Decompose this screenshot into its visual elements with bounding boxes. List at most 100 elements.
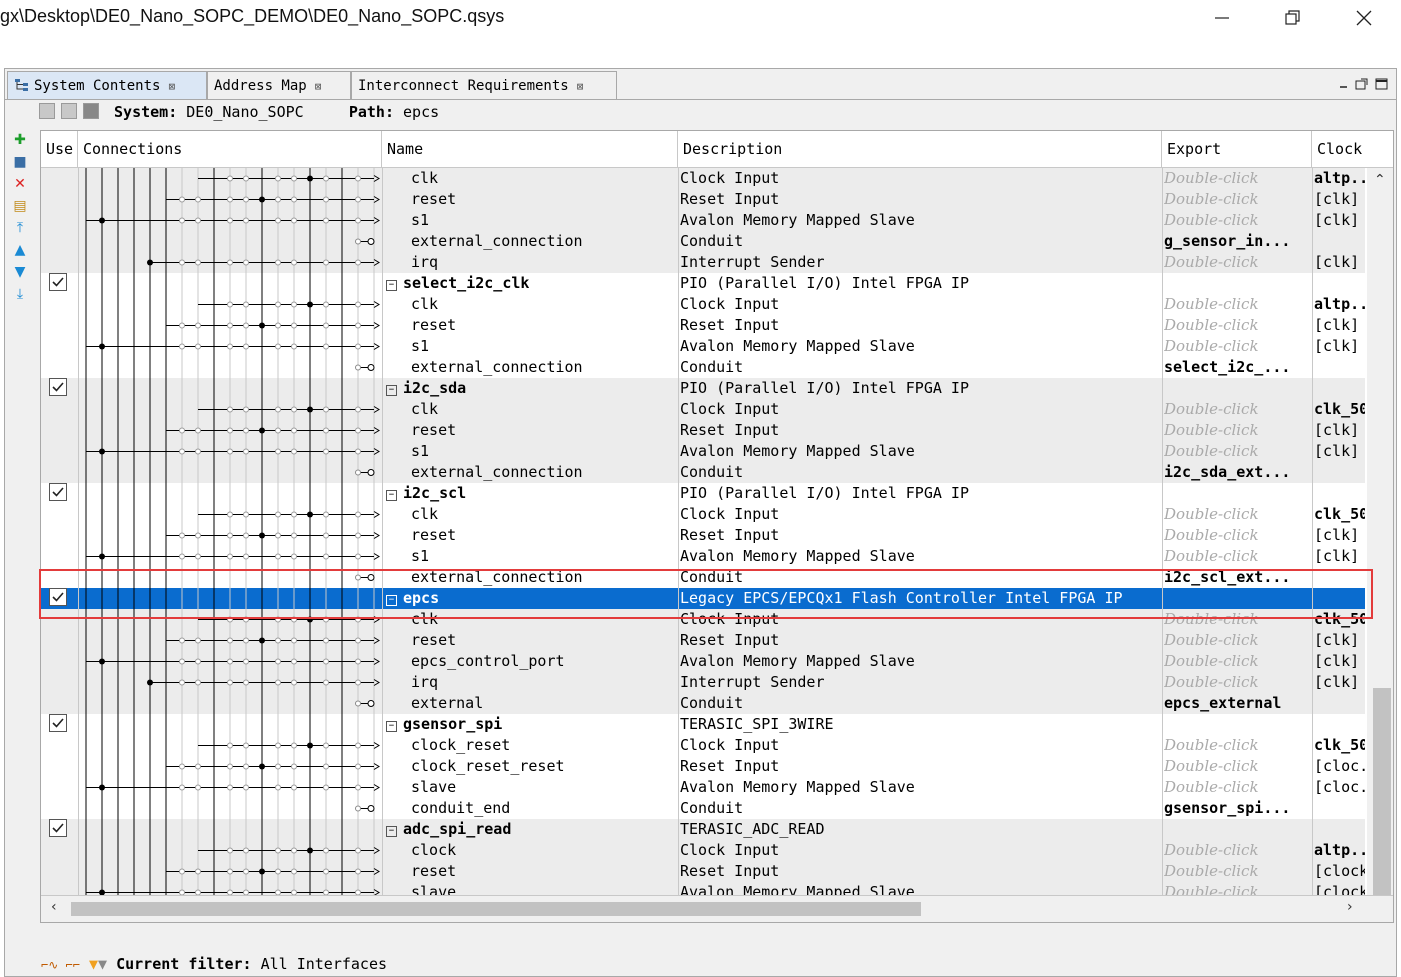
export-cell[interactable]	[1164, 714, 1308, 735]
clock-cell[interactable]: altp...	[1314, 168, 1365, 189]
export-cell[interactable]: Double-click	[1164, 441, 1308, 462]
use-checkbox[interactable]	[49, 819, 67, 837]
interface-name[interactable]: irq	[386, 252, 701, 273]
interface-name[interactable]: reset	[386, 315, 701, 336]
restore-icon[interactable]	[1283, 8, 1303, 28]
export-cell[interactable]	[1164, 378, 1308, 399]
export-cell[interactable]: g_sensor_in...	[1164, 231, 1308, 252]
interface-name[interactable]: clk	[386, 399, 701, 420]
export-cell[interactable]: Double-click	[1164, 651, 1308, 672]
maximize-panel-icon[interactable]	[1375, 78, 1388, 90]
clock-cell[interactable]	[1314, 819, 1365, 840]
component-name[interactable]: − gsensor_spi	[386, 714, 676, 735]
interface-name[interactable]: clk	[386, 168, 701, 189]
clock-cell[interactable]: [clk]	[1314, 651, 1365, 672]
clock-cell[interactable]: clk_50	[1314, 609, 1365, 630]
interface-name[interactable]: reset	[386, 420, 701, 441]
export-cell[interactable]: Double-click	[1164, 168, 1308, 189]
close-system-button[interactable]	[39, 103, 55, 119]
export-cell[interactable]: Double-click	[1164, 315, 1308, 336]
export-cell[interactable]: Double-click	[1164, 399, 1308, 420]
collapse-icon[interactable]: −	[386, 721, 397, 732]
move-up-icon[interactable]: ▲	[11, 241, 29, 259]
clock-cell[interactable]: altp...	[1314, 294, 1365, 315]
tab-address-map[interactable]: Address Map ⊠	[207, 71, 351, 99]
clock-cell[interactable]: altp...	[1314, 840, 1365, 861]
export-cell[interactable]: i2c_scl_ext...	[1164, 567, 1308, 588]
clock-cell[interactable]	[1314, 273, 1365, 294]
clock-cell[interactable]: [clk]	[1314, 336, 1365, 357]
collapse-icon[interactable]: −	[386, 490, 397, 501]
export-cell[interactable]: Double-click	[1164, 525, 1308, 546]
export-cell[interactable]: Double-click	[1164, 756, 1308, 777]
col-clock[interactable]: Clock	[1312, 131, 1393, 168]
vertical-scrollbar[interactable]: ⌃ ⌄	[1367, 168, 1393, 918]
export-cell[interactable]: epcs_external	[1164, 693, 1308, 714]
interface-name[interactable]: external_connection	[386, 357, 701, 378]
interface-name[interactable]: irq	[386, 672, 701, 693]
col-connections[interactable]: Connections	[78, 131, 382, 168]
export-cell[interactable]: Double-click	[1164, 840, 1308, 861]
export-cell[interactable]: Double-click	[1164, 189, 1308, 210]
col-export[interactable]: Export	[1162, 131, 1312, 168]
scroll-left-icon[interactable]: ‹	[51, 899, 57, 915]
export-cell[interactable]	[1164, 588, 1308, 609]
clock-cell[interactable]: [clk]	[1314, 630, 1365, 651]
export-cell[interactable]: Double-click	[1164, 420, 1308, 441]
up-system-button[interactable]	[61, 103, 77, 119]
scroll-up-icon[interactable]: ⌃	[1374, 172, 1386, 188]
add-icon[interactable]: ✚	[11, 131, 29, 149]
clock-cell[interactable]	[1314, 567, 1365, 588]
clock-cell[interactable]: [clk]	[1314, 441, 1365, 462]
export-cell[interactable]: Double-click	[1164, 735, 1308, 756]
clock-cell[interactable]: [clk]	[1314, 210, 1365, 231]
export-cell[interactable]: Double-click	[1164, 777, 1308, 798]
collapse-icon[interactable]: −	[386, 826, 397, 837]
interface-name[interactable]: s1	[386, 336, 701, 357]
clock-cell[interactable]: [clk]	[1314, 189, 1365, 210]
collapse-icon[interactable]: −	[386, 280, 397, 291]
clock-cell[interactable]: [clock	[1314, 861, 1365, 882]
export-cell[interactable]: Double-click	[1164, 336, 1308, 357]
clock-cell[interactable]: clk_50	[1314, 735, 1365, 756]
col-name[interactable]: Name	[382, 131, 678, 168]
interface-name[interactable]: clock	[386, 840, 701, 861]
interface-name[interactable]: reset	[386, 630, 701, 651]
component-name[interactable]: − i2c_scl	[386, 483, 676, 504]
clock-cell[interactable]	[1314, 462, 1365, 483]
component-name[interactable]: − epcs	[386, 588, 676, 609]
clock-cell[interactable]	[1314, 357, 1365, 378]
clock-cell[interactable]	[1314, 798, 1365, 819]
filter-icon[interactable]: ▼	[89, 955, 98, 973]
col-description[interactable]: Description	[678, 131, 1162, 168]
tab-system-contents[interactable]: System Contents ⊠	[7, 71, 207, 99]
interface-name[interactable]: reset	[386, 861, 701, 882]
interface-name[interactable]: epcs_control_port	[386, 651, 701, 672]
interface-name[interactable]: s1	[386, 210, 701, 231]
horizontal-scrollbar[interactable]: ‹ ›	[41, 895, 1393, 922]
clock-cell[interactable]: [cloc.	[1314, 756, 1365, 777]
tab-close-icon[interactable]: ⊠	[315, 80, 322, 93]
interface-name[interactable]: external	[386, 693, 701, 714]
close-icon[interactable]	[1354, 8, 1374, 28]
move-top-icon[interactable]: ⤒	[11, 219, 29, 237]
export-cell[interactable]	[1164, 273, 1308, 294]
clock-cell[interactable]: [cloc.	[1314, 777, 1365, 798]
component-name[interactable]: − i2c_sda	[386, 378, 676, 399]
use-checkbox[interactable]	[49, 588, 67, 606]
clock-cell[interactable]: [clk]	[1314, 315, 1365, 336]
export-cell[interactable]: Double-click	[1164, 252, 1308, 273]
export-cell[interactable]	[1164, 819, 1308, 840]
export-cell[interactable]: i2c_sda_ext...	[1164, 462, 1308, 483]
add-component-icon[interactable]: ■	[11, 153, 29, 171]
interface-name[interactable]: s1	[386, 546, 701, 567]
scroll-right-icon[interactable]: ›	[1347, 899, 1353, 915]
clock-cell[interactable]	[1314, 483, 1365, 504]
tab-close-icon[interactable]: ⊠	[168, 80, 175, 93]
export-cell[interactable]: Double-click	[1164, 630, 1308, 651]
interface-name[interactable]: clk	[386, 609, 701, 630]
export-cell[interactable]: Double-click	[1164, 672, 1308, 693]
vertical-scroll-thumb[interactable]	[1373, 688, 1391, 896]
export-cell[interactable]: Double-click	[1164, 210, 1308, 231]
signal-icon[interactable]: ⌐∿ ⌐⌐	[41, 958, 80, 972]
